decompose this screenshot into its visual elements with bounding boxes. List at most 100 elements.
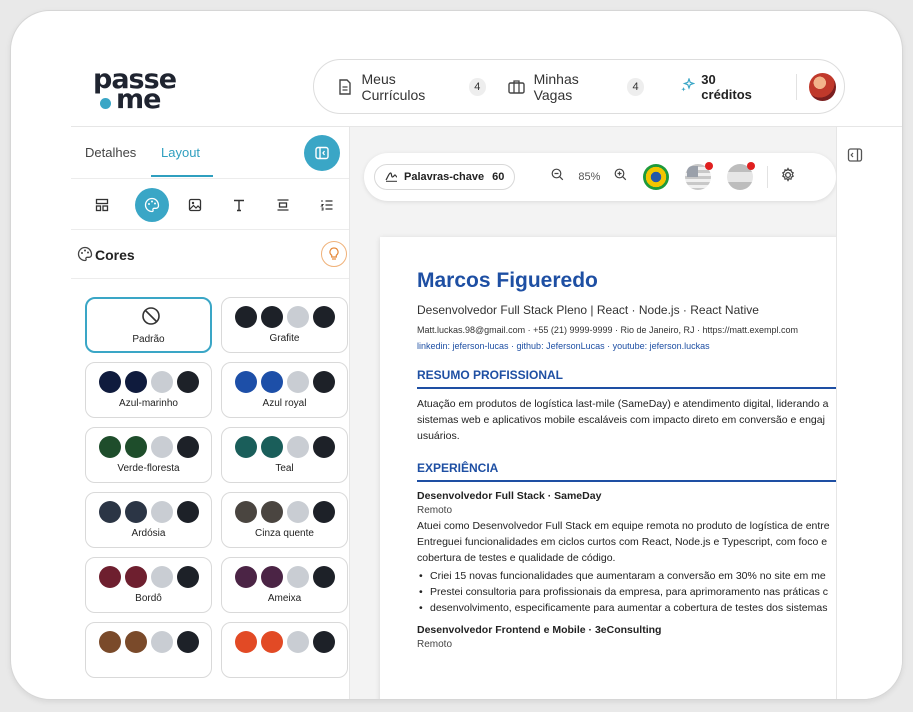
palette-label: Azul royal (262, 398, 307, 409)
curriculos-count-badge: 4 (468, 77, 487, 96)
color-swatch (150, 371, 173, 393)
palette-swatches (222, 306, 347, 328)
palette-card[interactable]: Azul-marinho (85, 362, 212, 418)
tab-detalhes[interactable]: Detalhes (85, 145, 136, 160)
palette-card[interactable] (85, 622, 212, 678)
tab-layout[interactable]: Layout (161, 145, 200, 160)
color-swatch (176, 501, 199, 523)
palette-card[interactable]: Padrão (85, 297, 212, 353)
credits-indicator[interactable]: 30 créditos (680, 72, 767, 102)
color-swatch (150, 436, 173, 458)
palette-card[interactable]: Teal (221, 427, 348, 483)
summary-text: Atuação em produtos de logística last-mi… (417, 396, 836, 444)
gear-icon (782, 166, 795, 182)
zoom-in-button[interactable] (614, 168, 627, 186)
color-swatch (312, 566, 335, 588)
job-achievements: Criei 15 novas funcionalidades que aumen… (417, 568, 836, 616)
palette-label: Cinza quente (255, 528, 314, 539)
nav-vagas-label: Minhas Vagas (533, 70, 579, 103)
notification-dot (747, 162, 756, 170)
color-swatch (98, 371, 121, 393)
app-window: passe me Meus Currículos 4 Minhas Vagas … (10, 10, 903, 700)
right-rail (836, 127, 902, 699)
colors-tool[interactable] (135, 188, 169, 222)
color-swatch (234, 501, 257, 523)
template-layout-tool[interactable] (85, 188, 119, 222)
layout-tool-row (71, 178, 349, 230)
palette-swatches (86, 436, 211, 458)
nav-minhas-vagas[interactable]: Minhas Vagas 4 (508, 70, 645, 103)
color-swatch (312, 501, 335, 523)
spacing-tool[interactable] (266, 188, 300, 222)
achievement-item-continued: desenvolvimento, especificamente para au… (417, 600, 836, 616)
color-swatch (234, 631, 257, 653)
color-swatch (312, 631, 335, 653)
sections-order-tool[interactable] (310, 188, 344, 222)
palette-card[interactable] (221, 622, 348, 678)
resume-contact: Matt.luckas.98@gmail.com · +55 (21) 9999… (417, 325, 799, 335)
briefcase-icon (508, 78, 526, 96)
user-avatar[interactable] (808, 72, 836, 101)
usa-flag-icon[interactable] (685, 162, 714, 190)
palette-label: Azul-marinho (119, 398, 178, 409)
align-center-icon (277, 199, 289, 211)
palette-label: Bordô (135, 593, 162, 604)
palette-card[interactable]: Cinza quente (221, 492, 348, 548)
image-icon (188, 198, 202, 212)
palette-label: Verde-floresta (117, 463, 180, 474)
color-swatch (98, 436, 121, 458)
zoom-out-button[interactable] (551, 168, 564, 186)
collapse-sidebar-button[interactable] (304, 135, 340, 171)
job-line: Entreguei funcionalidades em ciclos curt… (417, 536, 828, 548)
passe-me-logo[interactable]: passe me (93, 66, 177, 119)
color-swatch (124, 371, 147, 393)
settings-button[interactable] (780, 166, 796, 188)
job-line: cobertura de testes e qualidade de códig… (417, 552, 616, 564)
color-swatch (150, 631, 173, 653)
keywords-label: Palavras-chave (404, 171, 485, 183)
resume-links: linkedin: jeferson-lucas · github: Jefer… (417, 341, 710, 351)
notification-dot (705, 162, 714, 170)
palette-label: Ameixa (267, 593, 302, 604)
color-swatch (286, 306, 309, 328)
nav-meus-curriculos[interactable]: Meus Currículos 4 (336, 71, 487, 103)
palette-card[interactable]: Azul royal (221, 362, 348, 418)
job-location: Remoto (417, 505, 453, 516)
color-swatch (286, 436, 309, 458)
palette-card[interactable]: Bordô (85, 557, 212, 613)
resume-name: Marcos Figueredo (417, 269, 598, 292)
color-swatch (98, 566, 121, 588)
keywords-button[interactable]: Palavras-chave 60 (374, 164, 516, 190)
resume-page[interactable]: Marcos Figueredo Desenvolvedor Full Stac… (380, 237, 836, 699)
typography-tool[interactable] (222, 188, 256, 222)
palette-swatches (222, 436, 347, 458)
palette-card[interactable]: Grafite (221, 297, 348, 353)
zoom-in-icon (615, 168, 627, 181)
layout-grid-icon (95, 198, 109, 212)
brazil-flag-icon[interactable] (643, 164, 670, 190)
active-tab-indicator (151, 175, 213, 177)
logo-dot (100, 98, 111, 109)
color-swatch (312, 306, 335, 328)
palette-card[interactable]: Ameixa (221, 557, 348, 613)
lightbulb-icon (329, 247, 339, 260)
color-swatch (234, 436, 257, 458)
signature-icon (385, 170, 398, 185)
palette-label: Grafite (269, 333, 300, 344)
color-swatch (260, 631, 283, 653)
color-tips-button[interactable] (321, 241, 347, 267)
panel-toggle-icon[interactable] (847, 147, 863, 163)
photo-tool[interactable] (178, 188, 212, 222)
color-swatch (260, 371, 283, 393)
ban-icon (142, 307, 160, 325)
color-swatch (176, 566, 199, 588)
zoom-level: 85% (578, 171, 601, 183)
job-line: Atuei como Desenvolvedor Full Stack em e… (417, 520, 830, 532)
spain-flag-icon[interactable] (727, 162, 756, 190)
palette-card[interactable]: Verde-floresta (85, 427, 212, 483)
job-title: Desenvolvedor Full Stack · SameDay (417, 490, 602, 502)
summary-line: usuários. (417, 430, 460, 442)
palette-card[interactable]: Ardósia (85, 492, 212, 548)
zoom-out-icon (551, 168, 564, 181)
document-icon (336, 78, 354, 96)
